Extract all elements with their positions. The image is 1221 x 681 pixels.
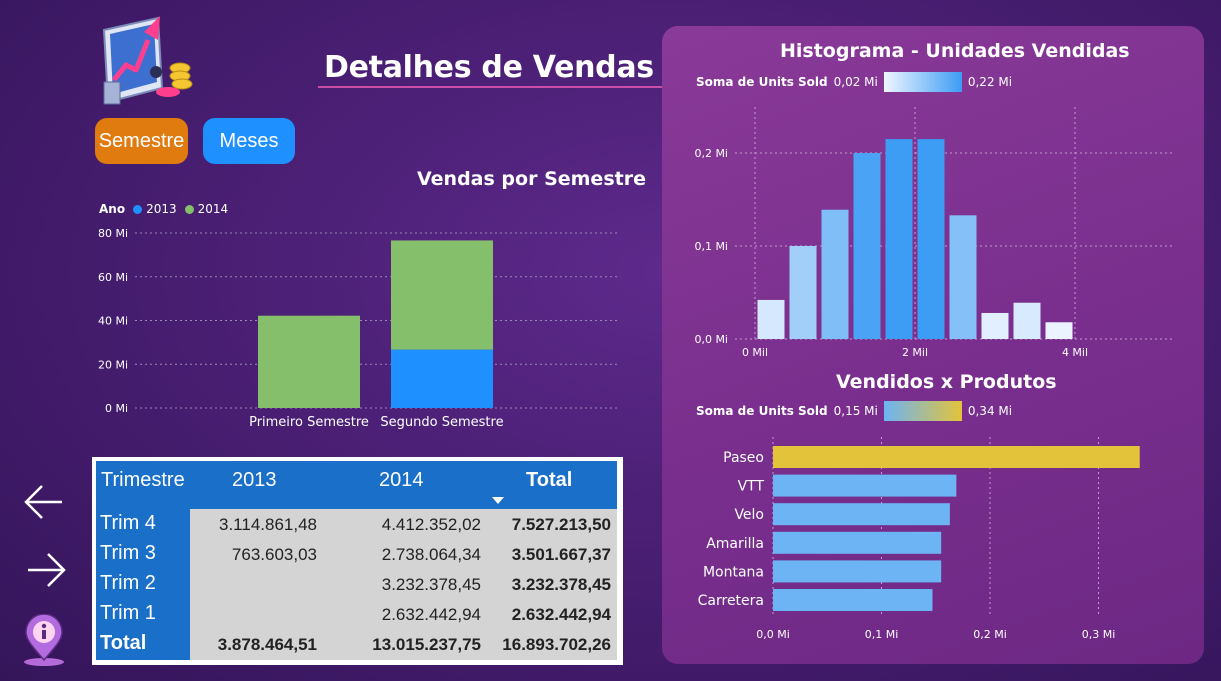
products-category-label: Carretera [698,593,764,609]
products-category-label: Montana [703,564,764,580]
histogram-bar [821,209,849,339]
histogram-bar [789,246,817,339]
semester-y-tick: 60 Mi [98,271,128,284]
histogram-bar [981,312,1009,339]
semester-y-tick: 80 Mi [98,227,128,240]
sort-descending-icon[interactable] [492,497,504,504]
info-pin-icon[interactable] [20,614,68,668]
histogram-legend-label: Soma de Units Sold [696,75,828,89]
matrix-row-label: Trim 1 [100,602,156,624]
quarter-matrix: Trimestre 2013 2014 Total Trim 4 3.114.861,48… [92,457,623,665]
meses-button[interactable]: Meses [203,118,295,164]
matrix-cell: 13.015.237,75 [372,635,481,654]
legend-title: Ano [99,202,126,216]
semester-bar-2013 [391,349,493,408]
histogram-bar [949,215,977,339]
matrix-row-label: Total [100,632,147,654]
histogram-title: Histograma - Unidades Vendidas [780,40,1130,62]
histogram-y-tick: 0,1 Mi [694,240,728,253]
matrix-row-label: Trim 2 [100,572,156,594]
histogram-bar [1013,302,1041,339]
title-underline [318,86,663,88]
products-bar [773,503,950,526]
products-chart: 0,0 Mi 0,1 Mi 0,2 Mi 0,3 Mi Paseo VTT Velo Amar… [698,437,1140,641]
histogram-x-tick: 2 Mil [902,346,928,359]
matrix-cell: 2.632.442,94 [381,605,481,624]
matrix-cell: 7.527.213,50 [511,515,611,534]
products-category-label: Velo [734,507,764,523]
products-category-label: Paseo [723,450,764,466]
matrix-header-2014: 2014 [379,469,424,491]
semester-x-label: Primeiro Semestre [249,415,369,430]
legend-2013-label: 2013 [146,202,177,216]
products-legend-label: Soma de Units Sold [696,404,828,418]
products-category-label: VTT [738,479,765,495]
histogram-x-tick: 0 Mil [742,346,768,359]
histogram-scale-min: 0,02 Mi [833,75,878,89]
semester-chart: 0 Mi 20 Mi 40 Mi 60 Mi 80 Mi Primeiro Semestr… [98,227,620,430]
histogram-y-tick: 0,0 Mi [694,333,728,346]
semester-chart-title: Vendas por Semestre [417,168,646,190]
matrix-header-trimestre: Trimestre [101,469,185,491]
matrix-cell: 2.632.442,94 [511,605,611,624]
semester-y-tick: 20 Mi [98,358,128,371]
products-scale-max: 0,34 Mi [967,404,1013,418]
semester-y-tick: 0 Mi [105,402,128,415]
products-category-label: Amarilla [706,536,764,552]
matrix-row-label: Trim 4 [100,512,156,534]
products-bar [773,560,942,583]
matrix-header-2013: 2013 [232,469,277,491]
products-x-tick: 0,2 Mi [973,628,1007,641]
matrix-header-total: Total [526,469,573,491]
semester-y-tick: 40 Mi [98,315,128,328]
products-x-tick: 0,1 Mi [865,628,899,641]
products-color-scale [883,401,962,421]
histogram-bar [757,299,785,339]
products-bar [773,531,942,554]
arrow-right-icon[interactable] [24,550,68,590]
histogram-chart: 0,0 Mi 0,1 Mi 0,2 Mi 0 Mil 2 Mil 4 Mil [694,107,1174,359]
histogram-bar [885,139,913,339]
products-bar [773,589,933,611]
page-title: Detalhes de Vendas [324,50,654,85]
matrix-cell: 3.114.861,48 [219,515,317,534]
products-scale-min: 0,15 Mi [833,404,878,418]
matrix-cell: 3.232.378,45 [381,575,481,594]
legend-2014-label: 2014 [197,202,229,216]
histogram-bar [1045,322,1073,339]
semester-bar-2014 [391,240,493,350]
products-x-tick: 0,0 Mi [756,628,790,641]
histogram-y-tick: 0,2 Mi [694,147,728,160]
matrix-cell: 3.501.667,37 [511,545,611,564]
sales-chart-coins-icon [102,16,193,105]
products-x-tick: 0,3 Mi [1082,628,1116,641]
matrix-cell: 3.878.464,51 [217,635,317,654]
legend-2013-dot [133,204,143,214]
semester-legend: Ano 2013 2014 [99,202,228,216]
matrix-cell: 3.232.378,45 [511,575,611,594]
histogram-legend: Soma de Units Sold 0,02 Mi 0,22 Mi [696,72,1012,92]
matrix-row-label: Trim 3 [100,542,156,564]
semester-x-label: Segundo Semestre [380,415,503,430]
semestre-button[interactable]: Semestre [95,118,188,164]
legend-2014-dot [184,204,194,214]
products-title: Vendidos x Produtos [836,371,1057,393]
histogram-x-tick: 4 Mil [1062,346,1088,359]
semester-bar-2014 [258,315,360,408]
arrow-left-icon[interactable] [22,482,66,522]
products-legend: Soma de Units Sold 0,15 Mi 0,34 Mi [696,401,1012,421]
histogram-color-scale [883,72,962,92]
matrix-cell: 2.738.064,34 [381,545,481,564]
histogram-bar [853,153,881,339]
matrix-cell: 16.893.702,26 [502,635,611,654]
products-bar [773,446,1140,468]
matrix-cell: 763.603,03 [231,545,317,564]
products-bar [773,474,957,497]
histogram-scale-max: 0,22 Mi [967,75,1013,89]
matrix-cell: 4.412.352,02 [381,515,481,534]
histogram-bar [917,139,945,339]
